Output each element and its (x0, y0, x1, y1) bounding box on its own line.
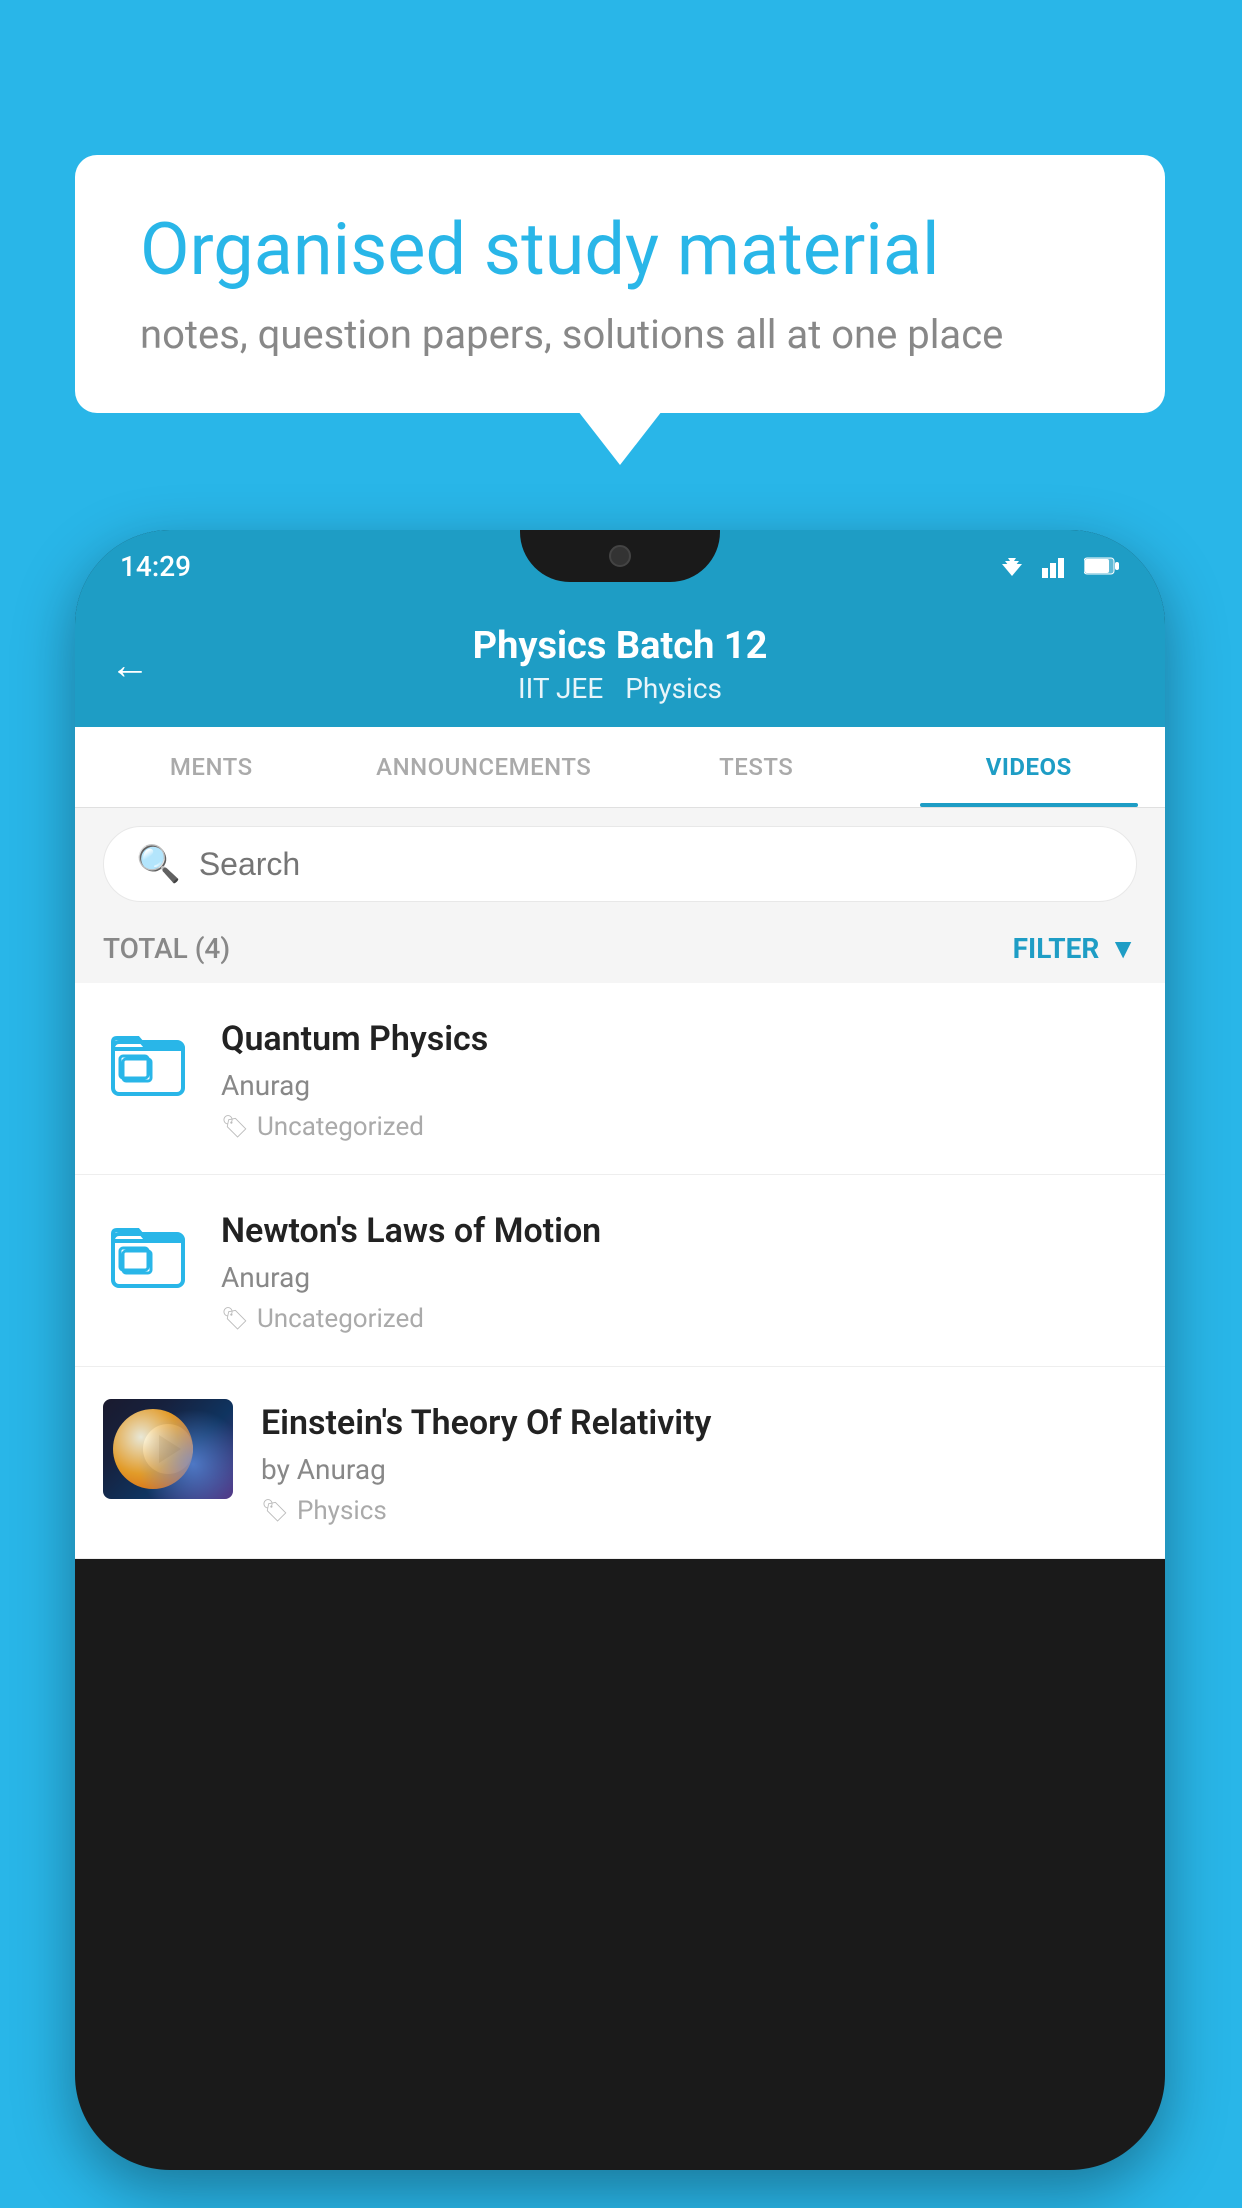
filter-button[interactable]: FILTER ▼ (1013, 932, 1137, 965)
list-item[interactable]: Einstein's Theory Of Relativity by Anura… (75, 1367, 1165, 1559)
video-tag: 🏷 Uncategorized (221, 1304, 1137, 1334)
video-author: Anurag (221, 1069, 1137, 1102)
tag-icon: 🏷 (221, 1307, 249, 1332)
video-title: Quantum Physics (221, 1019, 1137, 1059)
battery-icon (1084, 556, 1120, 576)
folder-icon-wrap (103, 1207, 193, 1297)
wifi-icon (996, 554, 1028, 578)
header-subtitle-2: Physics (625, 672, 722, 705)
tab-videos[interactable]: VIDEOS (893, 727, 1166, 807)
video-info: Einstein's Theory Of Relativity by Anura… (261, 1399, 1137, 1526)
search-bar-wrap: 🔍 (75, 808, 1165, 920)
tag-icon: 🏷 (261, 1499, 289, 1524)
camera-icon (609, 545, 631, 567)
header-subtitle-1: IIT JEE (518, 672, 603, 705)
search-bar[interactable]: 🔍 (103, 826, 1137, 902)
back-button[interactable]: ← (110, 641, 150, 688)
search-icon: 🔍 (136, 843, 181, 885)
speech-bubble-subtitle: notes, question papers, solutions all at… (140, 311, 1100, 358)
folder-icon-wrap (103, 1015, 193, 1105)
filter-bar: TOTAL (4) FILTER ▼ (75, 920, 1165, 983)
video-title: Einstein's Theory Of Relativity (261, 1403, 1137, 1443)
video-info: Quantum Physics Anurag 🏷 Uncategorized (221, 1015, 1137, 1142)
list-item[interactable]: Quantum Physics Anurag 🏷 Uncategorized (75, 983, 1165, 1175)
signal-icon (1042, 554, 1070, 578)
header-subtitle: IIT JEE Physics (518, 672, 722, 705)
status-time: 14:29 (120, 550, 191, 583)
tab-announcements[interactable]: ANNOUNCEMENTS (348, 727, 621, 807)
video-tag: 🏷 Physics (261, 1496, 1137, 1526)
phone-shell: 14:29 ← (75, 530, 1165, 2170)
video-author: Anurag (221, 1261, 1137, 1294)
video-author: by Anurag (261, 1453, 1137, 1486)
folder-icon (108, 1020, 188, 1100)
tag-label: Uncategorized (257, 1112, 424, 1142)
header-title: Physics Batch 12 (473, 624, 768, 668)
filter-label: FILTER (1013, 932, 1100, 965)
filter-icon: ▼ (1109, 932, 1137, 965)
tabs-bar: MENTS ANNOUNCEMENTS TESTS VIDEOS (75, 727, 1165, 808)
video-list: Quantum Physics Anurag 🏷 Uncategorized (75, 983, 1165, 1559)
tag-icon: 🏷 (221, 1115, 249, 1140)
status-bar: 14:29 (75, 530, 1165, 602)
folder-icon (108, 1212, 188, 1292)
status-icons (996, 554, 1120, 578)
tab-tests[interactable]: TESTS (620, 727, 893, 807)
video-title: Newton's Laws of Motion (221, 1211, 1137, 1251)
notch (520, 530, 720, 582)
speech-bubble-title: Organised study material (140, 210, 1100, 289)
tag-label: Uncategorized (257, 1304, 424, 1334)
video-info: Newton's Laws of Motion Anurag 🏷 Uncateg… (221, 1207, 1137, 1334)
list-item[interactable]: Newton's Laws of Motion Anurag 🏷 Uncateg… (75, 1175, 1165, 1367)
tab-ments[interactable]: MENTS (75, 727, 348, 807)
video-thumbnail (103, 1399, 233, 1499)
thumb-image (103, 1399, 233, 1499)
tag-label: Physics (297, 1496, 387, 1526)
search-input[interactable] (199, 846, 1104, 883)
speech-bubble-card: Organised study material notes, question… (75, 155, 1165, 413)
app-header: ← Physics Batch 12 IIT JEE Physics (75, 602, 1165, 727)
video-tag: 🏷 Uncategorized (221, 1112, 1137, 1142)
total-label: TOTAL (4) (103, 932, 230, 965)
